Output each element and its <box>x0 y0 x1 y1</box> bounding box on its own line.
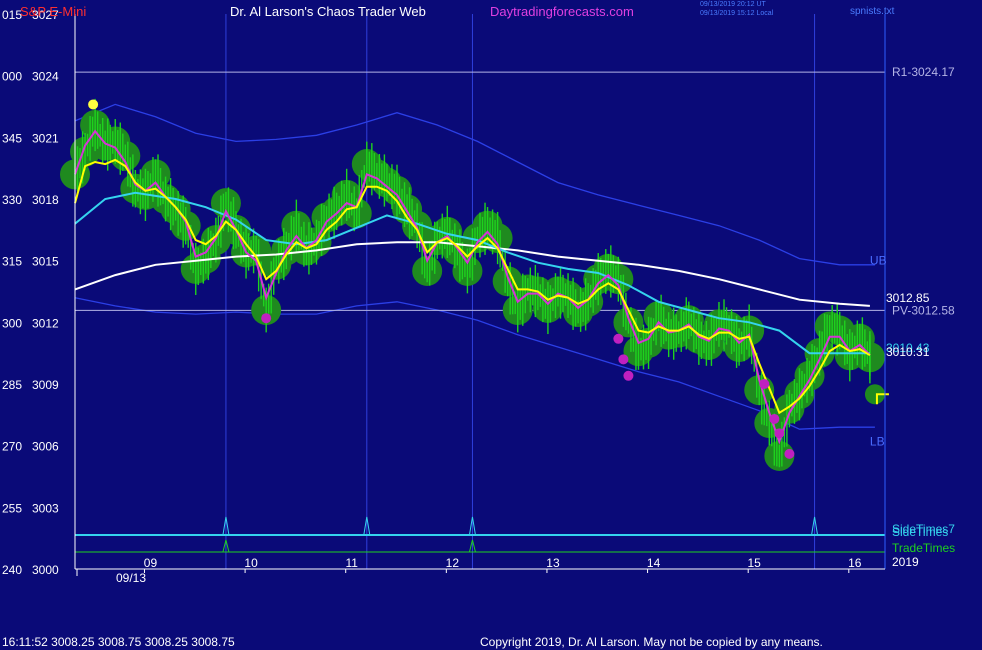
y-tick-label: 3012 <box>32 316 59 330</box>
magenta-signal-dot <box>618 354 629 365</box>
axes: 015 3027000 3024345 3021330 3018315 3015300 30… <box>2 8 919 585</box>
last-value-label: 3012.85 <box>886 291 930 305</box>
data-file-name: spnists.txt <box>850 6 895 17</box>
tradetimes-label: TradeTimes <box>892 541 955 555</box>
y-tick-label-left: 330 <box>2 193 22 207</box>
ut-timestamp: 09/13/2019 20:12 UT <box>700 1 766 8</box>
y-tick-label-left: 255 <box>2 501 22 515</box>
y-tick-label: 3009 <box>32 378 59 392</box>
symbol-label: S&P E-Mini <box>20 4 87 19</box>
band-label-ub: UB <box>870 254 887 268</box>
x-tick-label: 14 <box>647 556 661 570</box>
level-label-r1: R1-3024.17 <box>892 65 955 79</box>
y-tick-label: 3024 <box>32 70 59 84</box>
y-tick-label-left: 000 <box>2 70 22 84</box>
year-label: 2019 <box>892 555 919 569</box>
last-value-label: 3010.31 <box>886 345 930 359</box>
y-tick-label-left: 285 <box>2 378 22 392</box>
site-title: Dr. Al Larson's Chaos Trader Web <box>230 4 426 19</box>
y-tick-label-left: 300 <box>2 316 22 330</box>
copyright-notice: Copyright 2019, Dr. Al Larson. May not b… <box>480 635 823 649</box>
x-tick-label: 10 <box>244 556 258 570</box>
x-tick-label: 16 <box>848 556 862 570</box>
level-label-pv: PV-3012.58 <box>892 303 955 317</box>
y-tick-label-left: 270 <box>2 440 22 454</box>
y-tick-label: 3018 <box>32 193 59 207</box>
y-tick-label-left: 345 <box>2 131 22 145</box>
yellow-signal-dot <box>88 99 99 110</box>
x-tick-label: 11 <box>345 556 358 570</box>
x-tick-label: 09 <box>144 556 158 570</box>
x-tick-label: 13 <box>546 556 560 570</box>
y-tick-label-left: 240 <box>2 563 22 577</box>
y-tick-label: 3021 <box>32 131 59 145</box>
price-chart: 015 3027000 3024345 3021330 3018315 3015300 30… <box>2 8 955 585</box>
band-label-lb: LB <box>870 435 885 449</box>
magenta-signal-dot <box>774 428 785 439</box>
y-tick-label: 3003 <box>32 501 59 515</box>
magenta-signal-dot <box>261 313 272 324</box>
local-timestamp: 09/13/2019 15:12 Local <box>700 10 774 17</box>
y-tick-label: 3015 <box>32 255 59 269</box>
magenta-signal-dot <box>769 413 780 424</box>
x-tick-label: 12 <box>446 556 460 570</box>
y-tick-label-left: 315 <box>2 255 22 269</box>
site-url-link[interactable]: Daytradingforecasts.com <box>490 4 634 19</box>
magenta-signal-dot <box>759 379 770 389</box>
timing-indicators <box>75 516 885 553</box>
y-tick-label: 3006 <box>32 440 59 454</box>
sidetimes-label-b: SideTimes <box>892 525 948 539</box>
y-tick-label: 3000 <box>32 563 59 577</box>
last-quote: 16:11:52 3008.25 3008.75 3008.25 3008.75 <box>2 635 235 649</box>
magenta-signal-dot <box>784 448 795 459</box>
magenta-signal-dot <box>613 333 624 344</box>
date-label: 09/13 <box>116 571 146 585</box>
magenta-signal-dot <box>623 370 634 381</box>
x-tick-label: 15 <box>748 556 762 570</box>
